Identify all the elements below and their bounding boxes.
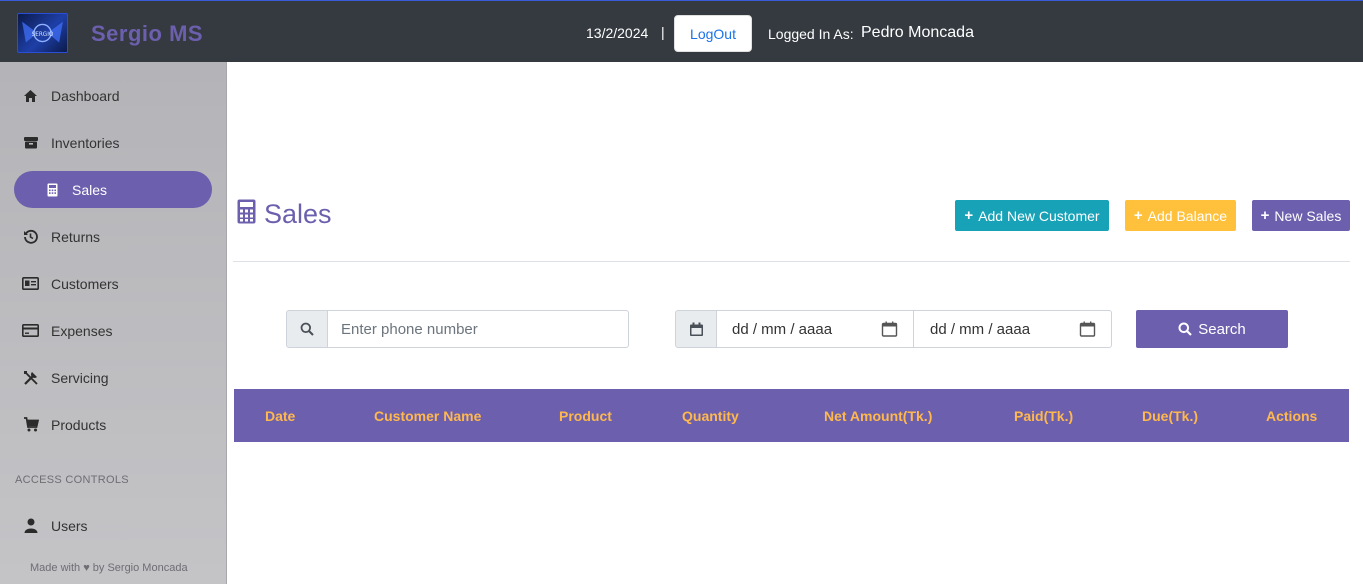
sidebar-item-label: Sales: [72, 181, 108, 198]
column-header-paid[interactable]: Paid(Tk.): [1014, 408, 1073, 424]
logged-in-label: Logged In As:: [768, 26, 854, 42]
logo-emblem-icon: SERGIO: [22, 21, 63, 43]
column-header-date[interactable]: Date: [265, 408, 295, 424]
calendar-picker-icon[interactable]: [1079, 321, 1096, 337]
new-sales-label: New Sales: [1274, 207, 1342, 224]
column-header-quantity[interactable]: Quantity: [682, 408, 739, 424]
calculator-icon: [237, 199, 256, 229]
credit-card-icon: [22, 322, 39, 339]
column-header-actions[interactable]: Actions: [1266, 408, 1317, 424]
logout-button[interactable]: LogOut: [674, 15, 752, 52]
sidebar-item-expenses[interactable]: Expenses: [14, 312, 212, 349]
archive-icon: [22, 134, 39, 151]
svg-text:SERGIO: SERGIO: [32, 32, 54, 38]
calendar-icon: [689, 322, 703, 336]
header-divider: [233, 261, 1350, 262]
sidebar-item-label: Returns: [51, 228, 101, 245]
new-sales-button[interactable]: + New Sales: [1252, 200, 1350, 231]
date-range-addon: [675, 310, 717, 348]
sidebar-item-customers[interactable]: Customers: [14, 265, 212, 302]
sidebar-footer: Made with ♥ by Sergio Moncada: [30, 562, 188, 574]
date-from-value: dd / mm / aaaa: [732, 320, 833, 338]
header-separator: |: [661, 24, 665, 40]
sidebar: Dashboard Inventories Sales Returns Cust…: [0, 62, 227, 584]
plus-icon: +: [1260, 207, 1270, 224]
add-balance-label: Add Balance: [1147, 207, 1228, 224]
column-header-net-amount[interactable]: Net Amount(Tk.): [824, 408, 932, 424]
sidebar-item-returns[interactable]: Returns: [14, 218, 212, 255]
sidebar-item-label: Users: [51, 517, 88, 534]
sales-table-header: Date Customer Name Product Quantity Net …: [234, 389, 1349, 442]
sidebar-item-label: Dashboard: [51, 87, 120, 104]
sidebar-item-label: Servicing: [51, 369, 109, 386]
tools-icon: [22, 369, 39, 386]
sidebar-item-sales[interactable]: Sales: [14, 171, 212, 208]
column-header-product[interactable]: Product: [559, 408, 612, 424]
cart-icon: [22, 416, 39, 433]
history-icon: [22, 228, 39, 245]
id-card-icon: [22, 275, 39, 292]
sidebar-item-users[interactable]: Users: [14, 507, 212, 544]
calendar-picker-icon[interactable]: [881, 321, 898, 337]
current-date: 13/2/2024: [586, 25, 649, 41]
sidebar-item-label: Products: [51, 416, 107, 433]
sidebar-item-label: Inventories: [51, 134, 120, 151]
add-new-customer-label: Add New Customer: [978, 207, 1100, 224]
logo[interactable]: SERGIO: [17, 13, 68, 53]
logged-in-user: Pedro Moncada: [861, 24, 974, 41]
page-header: Sales: [237, 196, 332, 232]
sidebar-item-label: Customers: [51, 275, 119, 292]
top-navbar: SERGIO Sergio MS 13/2/2024 | LogOut Logg…: [0, 0, 1363, 62]
add-new-customer-button[interactable]: + Add New Customer: [955, 200, 1109, 231]
sidebar-section-title: ACCESS CONTROLS: [15, 474, 129, 486]
column-header-due[interactable]: Due(Tk.): [1142, 408, 1198, 424]
date-from-input[interactable]: dd / mm / aaaa: [716, 310, 914, 348]
sidebar-item-products[interactable]: Products: [14, 406, 212, 443]
home-icon: [22, 87, 39, 104]
search-icon: [1178, 322, 1193, 336]
sidebar-item-dashboard[interactable]: Dashboard: [14, 77, 212, 114]
search-button-label: Search: [1198, 320, 1246, 338]
page-title: Sales: [264, 198, 332, 229]
sidebar-item-label: Expenses: [51, 322, 113, 339]
plus-icon: +: [1133, 207, 1143, 224]
brand-name[interactable]: Sergio MS: [91, 21, 203, 47]
phone-search-input[interactable]: Enter phone number: [327, 310, 629, 348]
user-icon: [22, 517, 39, 534]
sidebar-item-inventories[interactable]: Inventories: [14, 124, 212, 161]
phone-search-addon: [286, 310, 328, 348]
plus-icon: +: [964, 207, 974, 224]
calculator-icon: [44, 181, 61, 198]
search-button[interactable]: Search: [1136, 310, 1288, 348]
date-to-value: dd / mm / aaaa: [930, 320, 1031, 338]
add-balance-button[interactable]: + Add Balance: [1125, 200, 1236, 231]
search-icon: [300, 322, 314, 336]
column-header-customer-name[interactable]: Customer Name: [374, 408, 481, 424]
date-to-input[interactable]: dd / mm / aaaa: [913, 310, 1112, 348]
sidebar-item-servicing[interactable]: Servicing: [14, 359, 212, 396]
